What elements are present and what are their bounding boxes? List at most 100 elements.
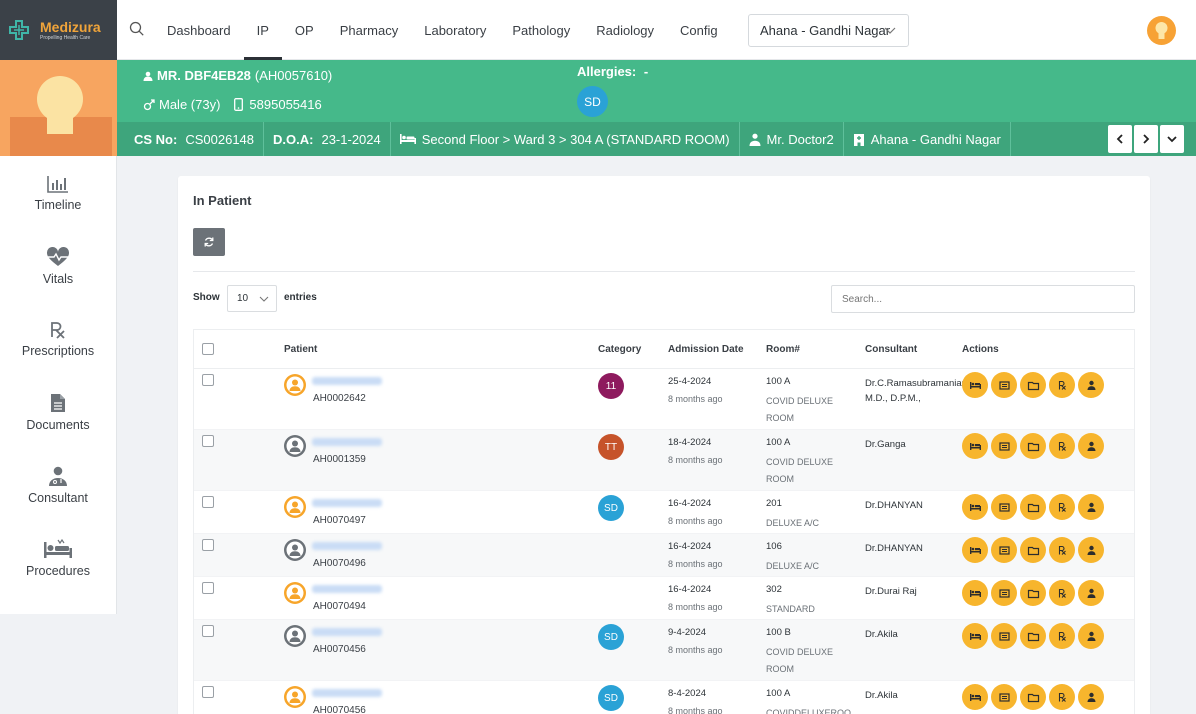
admit-bed-action-button[interactable] xyxy=(962,494,988,520)
nav-item-pathology[interactable]: Pathology xyxy=(499,0,583,60)
patient-id: AH0070494 xyxy=(313,601,366,612)
sidebar-item-documents[interactable]: Documents xyxy=(0,375,116,448)
table-row[interactable]: AH0002642 11 25-4-2024 8 months ago 100 … xyxy=(194,369,1134,430)
logo-name: Medizura xyxy=(40,18,101,35)
folder-action-button[interactable] xyxy=(1020,580,1046,606)
prescription-action-button[interactable] xyxy=(1049,537,1075,563)
bill-action-button[interactable] xyxy=(991,580,1017,606)
search-input[interactable] xyxy=(831,285,1135,313)
prescription-icon xyxy=(51,322,65,339)
bill-action-button[interactable] xyxy=(991,433,1017,459)
admit-bed-icon xyxy=(969,546,981,554)
row-checkbox[interactable] xyxy=(202,539,214,551)
select-all-checkbox[interactable] xyxy=(202,343,214,355)
doctor-action-button[interactable] xyxy=(1078,623,1104,649)
sidebar-item-procedures[interactable]: Procedures xyxy=(0,521,116,594)
person-icon xyxy=(284,435,306,457)
folder-action-button[interactable] xyxy=(1020,684,1046,710)
patient-name-redacted[interactable] xyxy=(312,689,382,697)
doctor-action-button[interactable] xyxy=(1078,580,1104,606)
nav-item-pharmacy[interactable]: Pharmacy xyxy=(327,0,412,60)
admit-bed-action-button[interactable] xyxy=(962,580,988,606)
row-checkbox[interactable] xyxy=(202,374,214,386)
entries-select[interactable]: 10 xyxy=(227,285,277,312)
next-patient-button[interactable] xyxy=(1134,125,1158,153)
bill-action-button[interactable] xyxy=(991,494,1017,520)
patient-name-redacted[interactable] xyxy=(312,628,382,636)
folder-action-button[interactable] xyxy=(1020,623,1046,649)
folder-action-button[interactable] xyxy=(1020,372,1046,398)
prescription-action-button[interactable] xyxy=(1049,372,1075,398)
nav-item-config[interactable]: Config xyxy=(667,0,731,60)
row-checkbox[interactable] xyxy=(202,582,214,594)
doctor-icon xyxy=(1087,631,1095,641)
patient-menu-button[interactable] xyxy=(1160,125,1184,153)
sidebar-item-timeline[interactable]: Timeline xyxy=(0,156,116,229)
admit-bed-action-button[interactable] xyxy=(962,537,988,563)
sidebar-item-prescriptions[interactable]: Prescriptions xyxy=(0,302,116,375)
app-logo[interactable]: Medizura Propelling Health Care xyxy=(0,0,117,60)
table-row[interactable]: AH0070497 SD 16-4-2024 8 months ago 201 … xyxy=(194,491,1134,534)
nav-item-op[interactable]: OP xyxy=(282,0,327,60)
doctor-action-button[interactable] xyxy=(1078,494,1104,520)
row-checkbox[interactable] xyxy=(202,435,214,447)
sidebar-item-consultant[interactable]: Consultant xyxy=(0,448,116,521)
admission-ago: 8 months ago xyxy=(668,559,723,569)
patient-name-redacted[interactable] xyxy=(312,585,382,593)
table-row[interactable]: AH0001359 TT 18-4-2024 8 months ago 100 … xyxy=(194,430,1134,491)
nav-item-laboratory[interactable]: Laboratory xyxy=(411,0,499,60)
doctor-action-button[interactable] xyxy=(1078,684,1104,710)
search-icon[interactable] xyxy=(128,20,146,38)
admit-bed-action-button[interactable] xyxy=(962,684,988,710)
nav-item-ip[interactable]: IP xyxy=(243,0,282,60)
medical-cross-icon xyxy=(9,20,29,40)
admit-bed-action-button[interactable] xyxy=(962,433,988,459)
prescription-action-button[interactable] xyxy=(1049,494,1075,520)
doctor-action-button[interactable] xyxy=(1078,433,1104,459)
bill-action-button[interactable] xyxy=(991,537,1017,563)
admit-bed-action-button[interactable] xyxy=(962,372,988,398)
row-checkbox[interactable] xyxy=(202,686,214,698)
col-actions: Actions xyxy=(962,343,999,355)
category-badge: TT xyxy=(598,434,624,460)
prescription-action-button[interactable] xyxy=(1049,433,1075,459)
person-icon xyxy=(284,539,306,561)
person-icon xyxy=(284,496,306,518)
doctor-action-button[interactable] xyxy=(1078,372,1104,398)
consultant-name: Dr.DHANYAN xyxy=(865,500,923,511)
refresh-button[interactable] xyxy=(193,228,225,256)
doctor-action-button[interactable] xyxy=(1078,537,1104,563)
bill-action-button[interactable] xyxy=(991,372,1017,398)
bill-action-button[interactable] xyxy=(991,684,1017,710)
nav-item-radiology[interactable]: Radiology xyxy=(583,0,667,60)
folder-action-button[interactable] xyxy=(1020,537,1046,563)
folder-action-button[interactable] xyxy=(1020,494,1046,520)
location-select[interactable]: Ahana - Gandhi Nagar xyxy=(748,14,909,47)
bill-action-button[interactable] xyxy=(991,623,1017,649)
prescription-action-button[interactable] xyxy=(1049,623,1075,649)
folder-icon xyxy=(1027,381,1039,390)
allergies-label: Allergies: xyxy=(577,64,637,79)
table-row[interactable]: AH0070494 16-4-2024 8 months ago 302 STA… xyxy=(194,577,1134,631)
patient-avatar xyxy=(284,539,306,561)
table-row[interactable]: AH0070456 SD 8-4-2024 8 months ago 100 A… xyxy=(194,681,1134,714)
patient-avatar xyxy=(284,496,306,518)
prescription-action-button[interactable] xyxy=(1049,580,1075,606)
patient-name-redacted[interactable] xyxy=(312,377,382,385)
admission-date: 16-4-2024 xyxy=(668,584,712,595)
sidebar-item-vitals[interactable]: Vitals xyxy=(0,229,116,302)
patient-name-redacted[interactable] xyxy=(312,542,382,550)
patient-name-redacted[interactable] xyxy=(312,438,382,446)
row-checkbox[interactable] xyxy=(202,496,214,508)
folder-action-button[interactable] xyxy=(1020,433,1046,459)
row-actions xyxy=(962,580,1104,606)
prev-patient-button[interactable] xyxy=(1108,125,1132,153)
table-row[interactable]: AH0070456 SD 9-4-2024 8 months ago 100 B… xyxy=(194,620,1134,681)
user-avatar[interactable] xyxy=(1147,16,1176,45)
nav-item-dashboard[interactable]: Dashboard xyxy=(154,0,244,60)
patient-name-redacted[interactable] xyxy=(312,499,382,507)
row-checkbox[interactable] xyxy=(202,625,214,637)
admit-bed-action-button[interactable] xyxy=(962,623,988,649)
table-row[interactable]: AH0070496 16-4-2024 8 months ago 106 DEL… xyxy=(194,534,1134,577)
prescription-action-button[interactable] xyxy=(1049,684,1075,710)
